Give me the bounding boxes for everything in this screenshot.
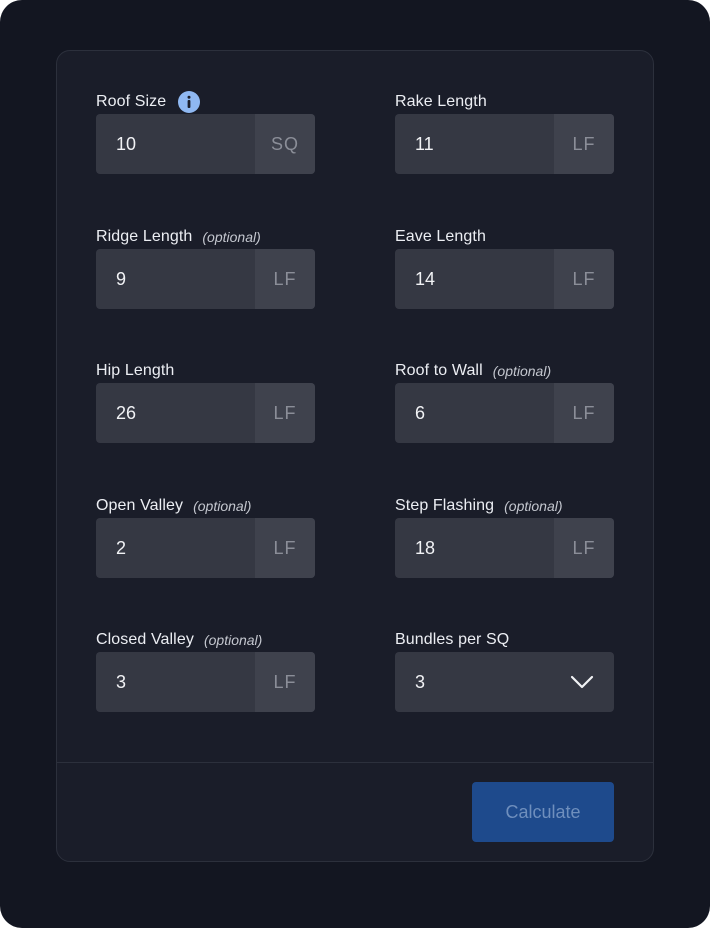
field-label: Rake Length — [395, 93, 487, 110]
unit-label: LF — [554, 518, 614, 578]
bundles-per-sq-select[interactable]: 3 — [395, 652, 614, 712]
input-value[interactable]: 3 — [96, 652, 255, 712]
field-rake-length: Rake Length 11 LF — [395, 91, 614, 174]
hip-length-input[interactable]: 26 LF — [96, 383, 315, 443]
unit-label: SQ — [255, 114, 315, 174]
chevron-down-icon[interactable] — [570, 674, 594, 690]
input-value[interactable]: 26 — [96, 383, 255, 443]
field-label: Hip Length — [96, 362, 175, 379]
select-value[interactable]: 3 — [395, 672, 570, 693]
optional-tag: (optional) — [504, 498, 563, 514]
info-glyph — [187, 95, 191, 108]
unit-label: LF — [554, 114, 614, 174]
input-value[interactable]: 18 — [395, 518, 554, 578]
field-eave-length: Eave Length 14 LF — [395, 226, 614, 309]
footer-divider — [57, 762, 653, 763]
field-ridge-length: Ridge Length (optional) 9 LF — [96, 226, 315, 309]
optional-tag: (optional) — [492, 363, 552, 379]
unit-label: LF — [255, 652, 315, 712]
field-closed-valley: Closed Valley (optional) 3 LF — [96, 629, 315, 712]
rake-length-input[interactable]: 11 LF — [395, 114, 614, 174]
optional-tag: (optional) — [203, 632, 263, 648]
calculate-button[interactable]: Calculate — [472, 782, 614, 842]
input-value[interactable]: 6 — [395, 383, 554, 443]
field-roof-size: Roof Size 10 SQ — [96, 91, 315, 174]
unit-label: LF — [255, 518, 315, 578]
input-value[interactable]: 10 — [96, 114, 255, 174]
field-label: Bundles per SQ — [395, 631, 510, 648]
field-label: Step Flashing — [395, 497, 495, 514]
app-frame: Roof Size 10 SQ Rake Length 11 LF Ridge … — [0, 0, 710, 928]
field-label: Roof Size — [96, 93, 167, 110]
open-valley-input[interactable]: 2 LF — [96, 518, 315, 578]
field-hip-length: Hip Length 26 LF — [96, 360, 315, 443]
unit-label: LF — [554, 249, 614, 309]
calculator-card: Roof Size 10 SQ Rake Length 11 LF Ridge … — [56, 50, 654, 862]
roof-size-input[interactable]: 10 SQ — [96, 114, 315, 174]
input-value[interactable]: 11 — [395, 114, 554, 174]
optional-tag: (optional) — [202, 229, 261, 245]
optional-tag: (optional) — [193, 498, 252, 514]
field-open-valley: Open Valley (optional) 2 LF — [96, 495, 315, 578]
field-label: Eave Length — [395, 228, 486, 245]
roof-to-wall-input[interactable]: 6 LF — [395, 383, 614, 443]
input-value[interactable]: 9 — [96, 249, 255, 309]
field-roof-to-wall: Roof to Wall (optional) 6 LF — [395, 360, 614, 443]
field-label: Open Valley — [96, 497, 184, 514]
input-value[interactable]: 2 — [96, 518, 255, 578]
unit-label: LF — [255, 383, 315, 443]
input-value[interactable]: 14 — [395, 249, 554, 309]
step-flashing-input[interactable]: 18 LF — [395, 518, 614, 578]
closed-valley-input[interactable]: 3 LF — [96, 652, 315, 712]
field-label: Ridge Length — [96, 228, 193, 245]
field-label: Closed Valley — [96, 631, 194, 648]
unit-label: LF — [255, 249, 315, 309]
field-bundles-per-sq: Bundles per SQ 3 — [395, 629, 614, 712]
field-step-flashing: Step Flashing (optional) 18 LF — [395, 495, 614, 578]
eave-length-input[interactable]: 14 LF — [395, 249, 614, 309]
ridge-length-input[interactable]: 9 LF — [96, 249, 315, 309]
field-label: Roof to Wall — [395, 362, 483, 379]
info-icon[interactable] — [178, 91, 201, 113]
unit-label: LF — [554, 383, 614, 443]
